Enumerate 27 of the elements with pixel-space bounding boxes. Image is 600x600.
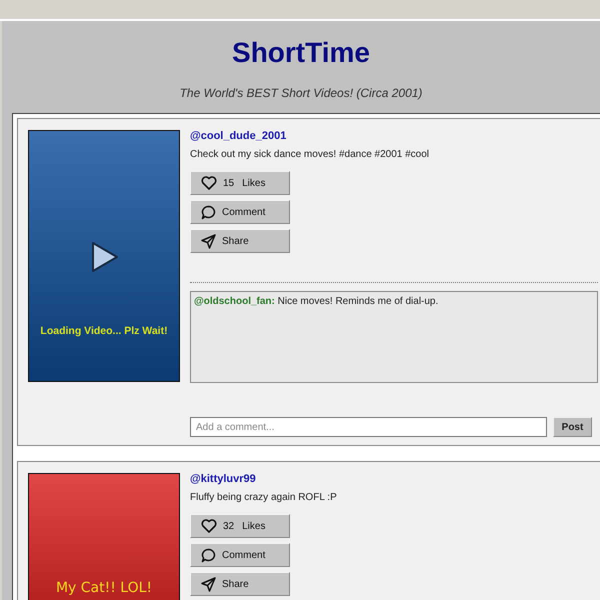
username-link[interactable]: @kittyluvr99 [190, 472, 598, 486]
comment-button[interactable]: Comment [190, 200, 290, 224]
comment-author: @oldschool_fan: [194, 296, 275, 307]
heart-icon [201, 519, 217, 533]
like-button[interactable]: 32 Likes [190, 514, 290, 538]
like-button[interactable]: 15 Likes [190, 171, 290, 195]
play-icon [91, 241, 119, 273]
send-icon [201, 576, 216, 592]
heart-icon [201, 176, 217, 190]
post-caption: Check out my sick dance moves! #dance #2001 #cool [190, 148, 430, 162]
share-button[interactable]: Share [190, 572, 290, 596]
share-button[interactable]: Share [190, 229, 290, 253]
post-caption: Fluffy being crazy again ROFL :P [190, 491, 338, 505]
post-button[interactable]: Post [553, 417, 592, 437]
site-title: ShortTime [232, 36, 370, 70]
video-player[interactable]: Loading Video... Plz Wait! [28, 130, 180, 382]
comment-input[interactable]: Add a comment... [190, 417, 547, 437]
comment-button[interactable]: Comment [190, 543, 290, 567]
video-caption: Loading Video... Plz Wait! [40, 325, 168, 337]
speech-bubble-icon [201, 548, 216, 562]
username-link[interactable]: @cool_dude_2001 [190, 129, 598, 143]
send-icon [201, 234, 216, 248]
video-player[interactable]: My Cat!! LOL! [28, 473, 180, 600]
tagline: The World's BEST Short Videos! (Circa 2001) [180, 85, 422, 101]
speech-bubble-icon [201, 204, 216, 220]
video-caption: My Cat!! LOL! [56, 580, 152, 596]
comment-text: Nice moves! Reminds me of dial-up. [276, 296, 438, 307]
